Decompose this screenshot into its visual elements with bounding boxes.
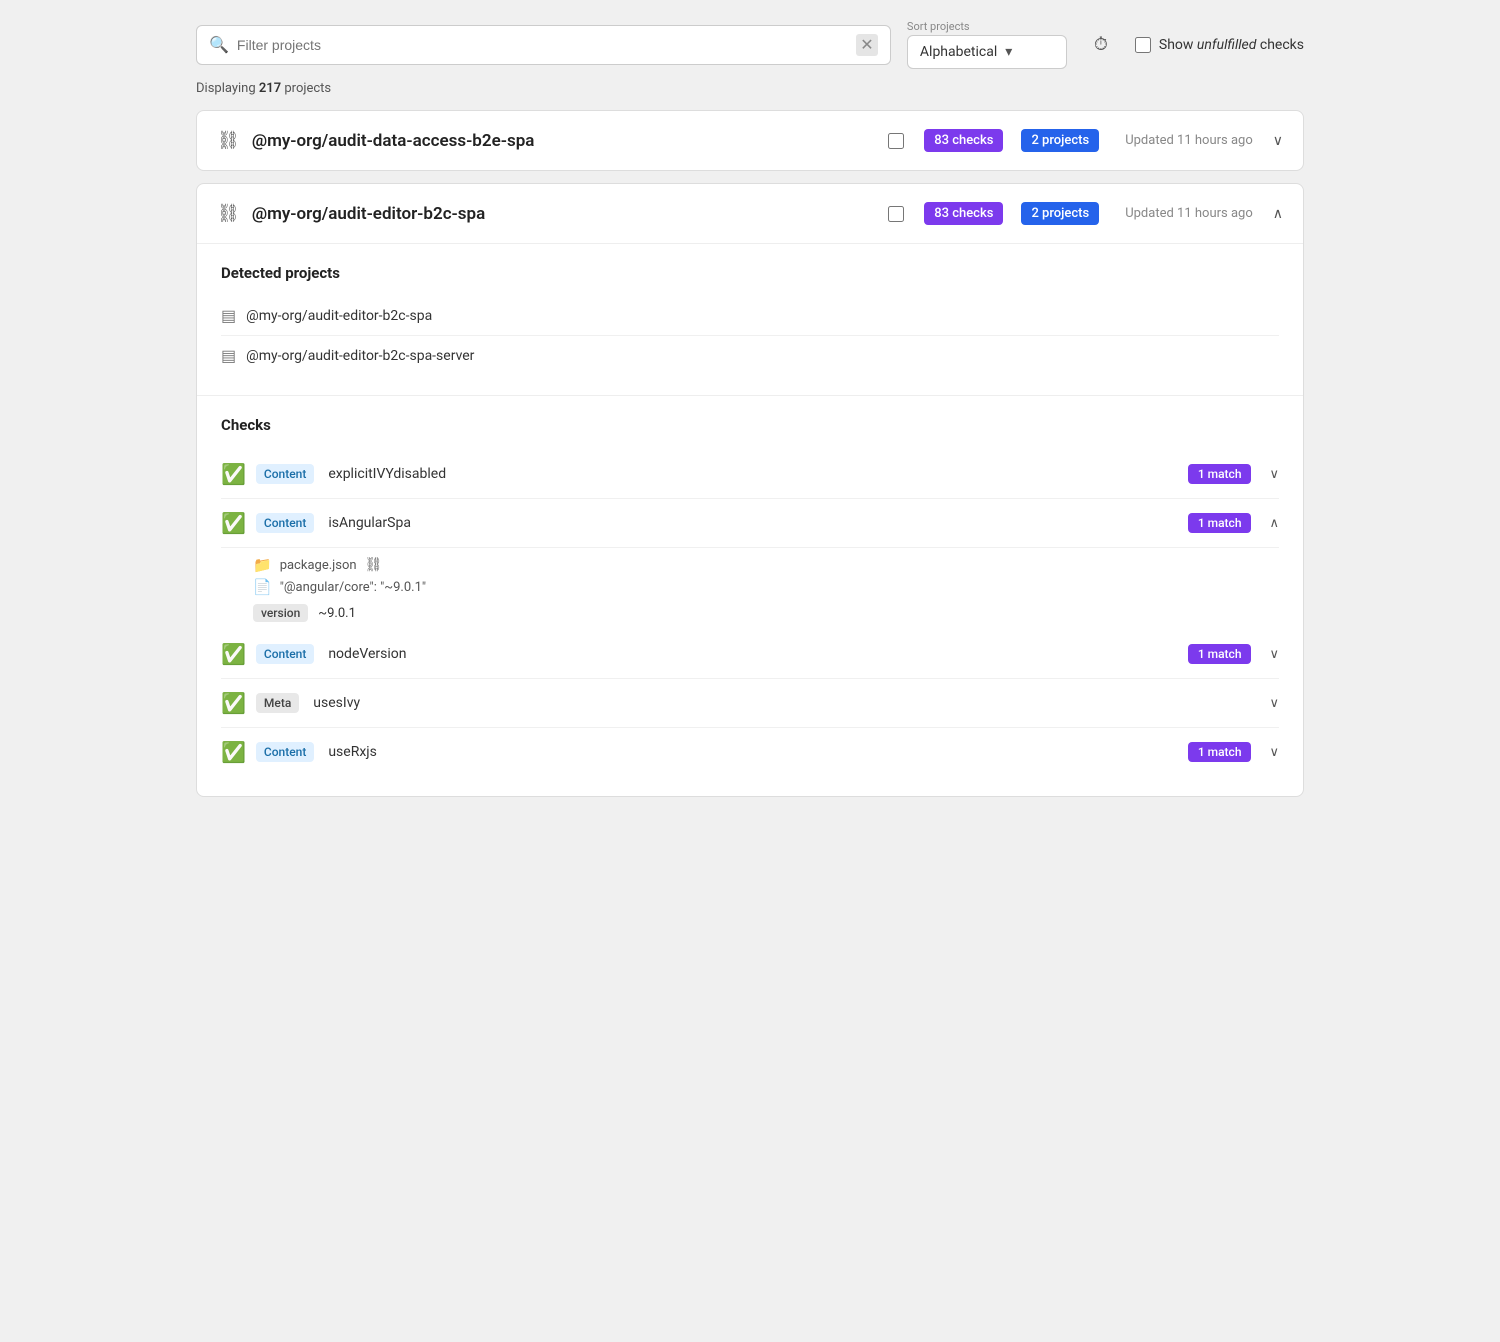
project-card-1: ⛓ @my-org/audit-data-access-b2e-spa 83 c… [196, 110, 1304, 171]
link-icon-2: ⛓ [217, 203, 240, 224]
displaying-count: Displaying 217 projects [196, 81, 1304, 96]
sort-select[interactable]: Alphabetical ▾ [907, 35, 1067, 69]
check-item-2-wrapper: ✅ Content isAngularSpa 1 match ∧ 📁 packa… [221, 499, 1279, 630]
card-2-updated: Updated 11 hours ago [1125, 206, 1253, 221]
detected-project-item-2: ▤ @my-org/audit-editor-b2c-spa-server [221, 336, 1279, 375]
check-5-chevron: ∨ [1269, 745, 1279, 760]
card-1-title: @my-org/audit-data-access-b2e-spa [252, 131, 876, 151]
check-name-5: useRxjs [328, 744, 1178, 760]
check-name-1: explicitIVYdisabled [328, 466, 1178, 482]
check-item-4: ✅ Meta usesIvy ∨ [221, 679, 1279, 728]
refresh-button[interactable]: ⏱ [1083, 27, 1119, 63]
card-2-projects-badge: 2 projects [1021, 202, 1099, 225]
project-card-2: ⛓ @my-org/audit-editor-b2c-spa 83 checks… [196, 183, 1304, 797]
card-2-header[interactable]: ⛓ @my-org/audit-editor-b2c-spa 83 checks… [197, 184, 1303, 243]
check-icon-5: ✅ [221, 740, 246, 764]
version-value: ~9.0.1 [318, 606, 356, 621]
clear-filter-button[interactable]: ✕ [856, 34, 878, 56]
detected-project-item-1: ▤ @my-org/audit-editor-b2c-spa [221, 296, 1279, 336]
check-match-badge-2: 1 match [1188, 513, 1252, 533]
folder-icon-1: ▤ [221, 306, 236, 325]
file-content-icon: 📄 [253, 578, 272, 596]
version-row: version ~9.0.1 [253, 600, 1279, 622]
unfulfilled-label: Show unfulfilled checks [1159, 37, 1304, 53]
checks-section: Checks ✅ Content explicitIVYdisabled 1 m… [197, 395, 1303, 796]
check-2-chevron: ∧ [1269, 516, 1279, 531]
check-name-3: nodeVersion [328, 646, 1178, 662]
sort-chevron-icon: ▾ [1005, 44, 1054, 60]
refresh-icon: ⏱ [1094, 34, 1108, 55]
check-match-badge-3: 1 match [1188, 644, 1252, 664]
sort-wrapper: Sort projects Alphabetical ▾ [907, 20, 1067, 69]
project-count: 217 [259, 81, 281, 96]
filter-input[interactable] [237, 37, 848, 53]
check-name-4: usesIvy [313, 695, 777, 711]
check-type-badge-1: Content [256, 464, 314, 484]
sort-value: Alphabetical [920, 44, 997, 60]
detected-projects-title: Detected projects [221, 264, 1279, 282]
filter-input-wrapper: 🔍 ✕ [196, 25, 891, 65]
card-1-chevron: ∨ [1273, 133, 1283, 149]
check-icon-2: ✅ [221, 511, 246, 535]
check-name-2: isAngularSpa [328, 515, 1178, 531]
check-match-badge-5: 1 match [1188, 742, 1252, 762]
file-content: "@angular/core": "~9.0.1" [280, 580, 426, 595]
folder-icon-2: ▤ [221, 346, 236, 365]
check-type-badge-5: Content [256, 742, 314, 762]
unfulfilled-wrapper: Show unfulfilled checks [1135, 37, 1304, 53]
check-4-chevron: ∨ [1269, 696, 1279, 711]
check-item-3: ✅ Content nodeVersion 1 match ∨ [221, 630, 1279, 679]
check-file-content-row: 📄 "@angular/core": "~9.0.1" [253, 578, 1279, 596]
check-match-badge-1: 1 match [1188, 464, 1252, 484]
check-file-row: 📁 package.json ⛓ [253, 556, 1279, 574]
unfulfilled-em: unfulfilled [1197, 37, 1256, 53]
link-icon-file[interactable]: ⛓ [365, 557, 383, 573]
search-icon: 🔍 [209, 35, 229, 54]
check-item-1: ✅ Content explicitIVYdisabled 1 match ∨ [221, 450, 1279, 499]
detected-projects-section: Detected projects ▤ @my-org/audit-editor… [197, 243, 1303, 395]
card-1-updated: Updated 11 hours ago [1125, 133, 1253, 148]
detected-project-name-2: @my-org/audit-editor-b2c-spa-server [246, 348, 474, 364]
version-tag: version [253, 604, 308, 622]
check-item-2: ✅ Content isAngularSpa 1 match ∧ [221, 499, 1279, 548]
check-icon-4: ✅ [221, 691, 246, 715]
file-name: package.json [280, 558, 357, 573]
card-2-checks-badge: 83 checks [924, 202, 1003, 225]
card-2-chevron: ∧ [1273, 206, 1283, 222]
check-type-badge-4: Meta [256, 693, 299, 713]
check-icon-1: ✅ [221, 462, 246, 486]
check-type-badge-2: Content [256, 513, 314, 533]
check-icon-3: ✅ [221, 642, 246, 666]
sort-label: Sort projects [907, 20, 1067, 33]
file-folder-icon: 📁 [253, 556, 272, 574]
check-3-chevron: ∨ [1269, 647, 1279, 662]
check-1-chevron: ∨ [1269, 467, 1279, 482]
card-2-title: @my-org/audit-editor-b2c-spa [252, 204, 876, 224]
check-type-badge-3: Content [256, 644, 314, 664]
check-item-5: ✅ Content useRxjs 1 match ∨ [221, 728, 1279, 776]
toolbar: 🔍 ✕ Sort projects Alphabetical ▾ ⏱ Show … [196, 20, 1304, 69]
card-1-checks-badge: 83 checks [924, 129, 1003, 152]
checks-title: Checks [221, 416, 1279, 434]
card-1-projects-badge: 2 projects [1021, 129, 1099, 152]
card-1-header[interactable]: ⛓ @my-org/audit-data-access-b2e-spa 83 c… [197, 111, 1303, 170]
link-icon: ⛓ [217, 130, 240, 151]
card-1-checkbox[interactable] [888, 133, 904, 149]
detected-project-name-1: @my-org/audit-editor-b2c-spa [246, 308, 432, 324]
check-2-expanded: 📁 package.json ⛓ 📄 "@angular/core": "~9.… [221, 548, 1279, 630]
unfulfilled-checkbox[interactable] [1135, 37, 1151, 53]
card-2-checkbox[interactable] [888, 206, 904, 222]
